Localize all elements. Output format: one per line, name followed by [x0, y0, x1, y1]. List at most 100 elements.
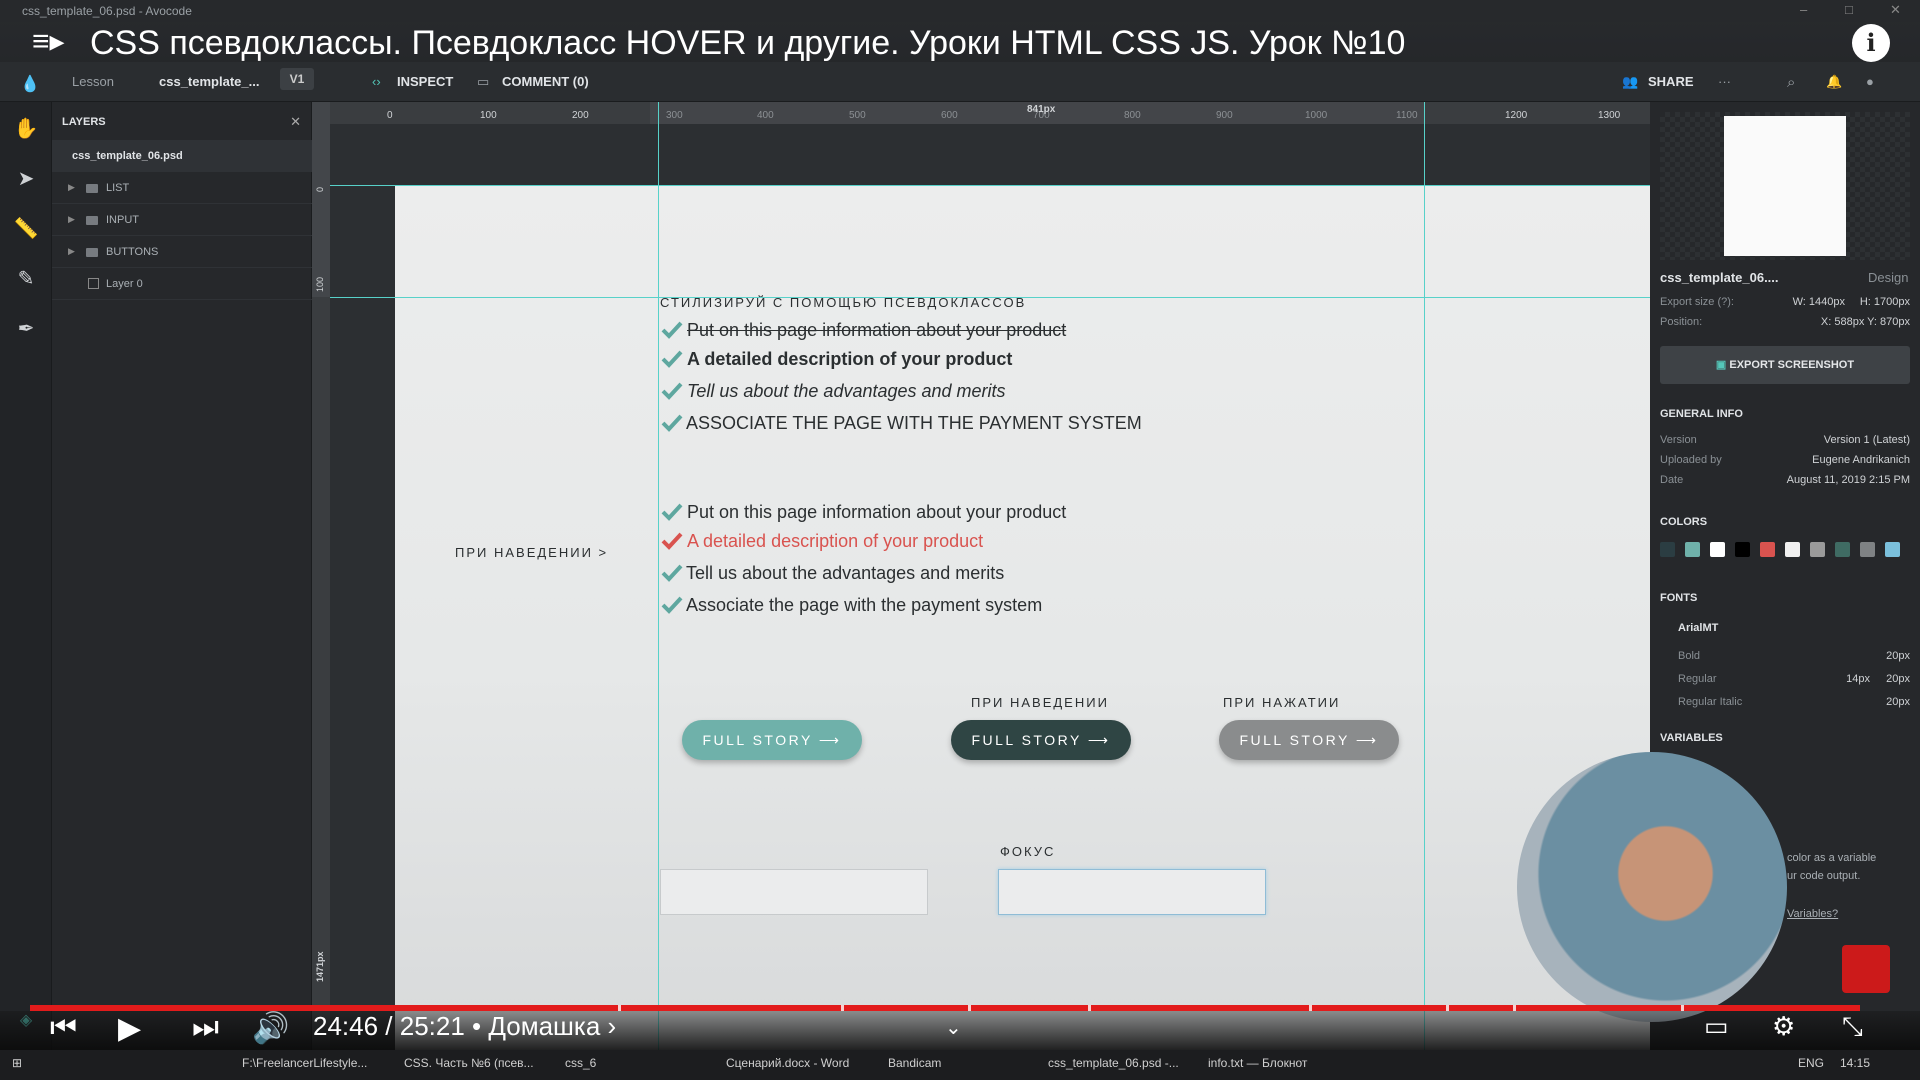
color-swatch[interactable]: [1810, 542, 1825, 557]
ruler-width-label: 841px: [1027, 104, 1056, 115]
position-label: Position:: [1660, 316, 1703, 328]
taskbar-item[interactable]: css_template_06.psd -...: [1048, 1056, 1179, 1070]
version-badge[interactable]: V1: [280, 68, 314, 90]
ruler-tick: 500: [849, 110, 866, 121]
taskbar-item[interactable]: info.txt — Блокнот: [1208, 1056, 1307, 1070]
input-normal[interactable]: [660, 869, 928, 915]
settings-icon[interactable]: ⚙: [1772, 1011, 1795, 1042]
hand-icon[interactable]: ✋: [13, 116, 39, 142]
caret-right-icon[interactable]: ▶: [68, 182, 75, 193]
colors-title: COLORS: [1660, 516, 1708, 528]
ruler-tick: 100: [315, 276, 325, 292]
color-swatch[interactable]: [1785, 542, 1800, 557]
design-canvas[interactable]: 0 100 200 300 400 500 600 700 800 900 10…: [312, 102, 1650, 1050]
date-value: August 11, 2019 2:15 PM: [1786, 474, 1910, 486]
play-icon[interactable]: ▶: [118, 1011, 141, 1046]
export-size-label: Export size (?):: [1660, 296, 1734, 308]
font-name[interactable]: ArialMT: [1678, 622, 1718, 634]
variables-text: ur code output.: [1787, 870, 1861, 882]
pointer-icon[interactable]: ➤: [13, 166, 39, 192]
version-value: Version 1 (Latest): [1823, 434, 1910, 446]
color-swatch[interactable]: [1735, 542, 1750, 557]
color-swatch[interactable]: [1685, 542, 1700, 557]
eyedropper-icon[interactable]: ✎: [13, 266, 39, 292]
layer-input[interactable]: ▶ INPUT: [52, 204, 312, 236]
code-icon: ‹›: [372, 74, 381, 89]
taskbar-item[interactable]: Сценарий.docx - Word: [726, 1056, 849, 1070]
artboard-thumbnail[interactable]: [1660, 112, 1910, 260]
full-story-button-normal[interactable]: FULL STORY ⟶: [682, 720, 862, 760]
close-icon[interactable]: ✕: [290, 114, 301, 130]
more-icon[interactable]: ···: [1718, 74, 1731, 89]
ruler-tick: 1200: [1505, 110, 1528, 121]
folder-icon: [86, 248, 98, 257]
video-controls: ⏮ ▶ ⏭ 🔊 24:46 / 25:21 • Домашка › ⌄ ▭ ⚙ …: [0, 1011, 1920, 1051]
caret-right-icon[interactable]: ▶: [68, 246, 75, 257]
artboard[interactable]: СТИЛИЗИРУЙ С ПОМОЩЬЮ ПСЕВДОКЛАССОВ Put o…: [395, 185, 1650, 1050]
layer-buttons[interactable]: ▶ BUTTONS: [52, 236, 312, 268]
layer-file[interactable]: css_template_06.psd: [52, 140, 312, 172]
subscribe-icon[interactable]: [1842, 945, 1890, 993]
ruler-icon[interactable]: 📏: [13, 216, 39, 242]
guide-horizontal: [330, 185, 1650, 186]
drop-icon[interactable]: 💧: [20, 74, 40, 94]
pen-icon[interactable]: ✒: [13, 316, 39, 342]
breadcrumb-lesson[interactable]: Lesson: [72, 74, 114, 89]
general-info-title: GENERAL INFO: [1660, 408, 1743, 420]
maximize-icon[interactable]: □: [1845, 2, 1853, 17]
share-button[interactable]: SHARE: [1648, 74, 1694, 89]
video-time[interactable]: 24:46 / 25:21 • Домашка ›: [313, 1011, 616, 1042]
video-title[interactable]: CSS псевдоклассы. Псевдокласс HOVER и др…: [90, 24, 1405, 63]
ruler-tick: 1000: [1305, 110, 1328, 121]
color-swatch[interactable]: [1660, 542, 1675, 557]
clock[interactable]: 14:15: [1840, 1056, 1870, 1070]
thumbnail-page: [1724, 116, 1846, 256]
version-label: Version: [1660, 434, 1697, 446]
export-width: W: 1440px: [1792, 296, 1845, 308]
full-story-button-hover[interactable]: FULL STORY ⟶: [951, 720, 1131, 760]
layer-label: Layer 0: [106, 278, 143, 290]
windows-start-icon[interactable]: ⊞: [12, 1056, 22, 1070]
export-screenshot-button[interactable]: ▣ EXPORT SCREENSHOT: [1660, 346, 1910, 384]
check-icon: [661, 564, 683, 582]
subtitles-icon[interactable]: ▭: [1704, 1011, 1729, 1042]
search-icon[interactable]: ⌕: [1787, 74, 1795, 91]
taskbar-item[interactable]: CSS. Часть №6 (псев...: [404, 1056, 534, 1070]
layer-label: LIST: [106, 182, 130, 194]
previous-icon[interactable]: ⏮: [50, 1011, 77, 1045]
font-size: 20px: [1886, 696, 1910, 708]
minimize-icon[interactable]: –: [1800, 2, 1807, 17]
tool-strip: ✋ ➤ 📏 ✎ ✒ ◈: [0, 102, 52, 1050]
variables-link[interactable]: Variables?: [1787, 908, 1838, 920]
bell-icon[interactable]: 🔔: [1826, 74, 1842, 90]
caret-right-icon[interactable]: ▶: [68, 214, 75, 225]
layer-0[interactable]: Layer 0: [52, 268, 312, 300]
taskbar-item[interactable]: Bandicam: [888, 1056, 941, 1070]
volume-icon[interactable]: 🔊: [252, 1011, 289, 1046]
color-swatch[interactable]: [1885, 542, 1900, 557]
next-icon[interactable]: ⏭: [192, 1011, 219, 1045]
info-icon[interactable]: i: [1852, 24, 1890, 62]
layer-label: BUTTONS: [106, 246, 159, 258]
layer-list[interactable]: ▶ LIST: [52, 172, 312, 204]
chevron-down-icon[interactable]: ⌄: [945, 1015, 962, 1040]
language-indicator[interactable]: ENG: [1798, 1056, 1824, 1070]
color-swatch[interactable]: [1760, 542, 1775, 557]
taskbar-item[interactable]: F:\FreelancerLifestyle...: [242, 1056, 367, 1070]
color-swatch[interactable]: [1710, 542, 1725, 557]
full-story-button-active[interactable]: FULL STORY ⟶: [1219, 720, 1399, 760]
color-swatch[interactable]: [1860, 542, 1875, 557]
taskbar-item[interactable]: css_6: [565, 1056, 596, 1070]
color-swatch[interactable]: [1835, 542, 1850, 557]
file-dropdown[interactable]: css_template_...: [159, 74, 259, 89]
close-icon[interactable]: ✕: [1890, 2, 1901, 18]
avatar[interactable]: ●: [1866, 74, 1874, 89]
input-focus[interactable]: [998, 869, 1266, 915]
list-item: Associate the page with the payment syst…: [686, 595, 1043, 615]
exit-fullscreen-icon[interactable]: ⤡: [1842, 1011, 1863, 1043]
playlist-icon[interactable]: ≡▸: [32, 24, 65, 59]
ruler-tick: 400: [757, 110, 774, 121]
tab-inspect[interactable]: INSPECT: [397, 74, 453, 89]
export-height: H: 1700px: [1859, 296, 1910, 308]
tab-comment[interactable]: COMMENT (0): [502, 74, 589, 89]
